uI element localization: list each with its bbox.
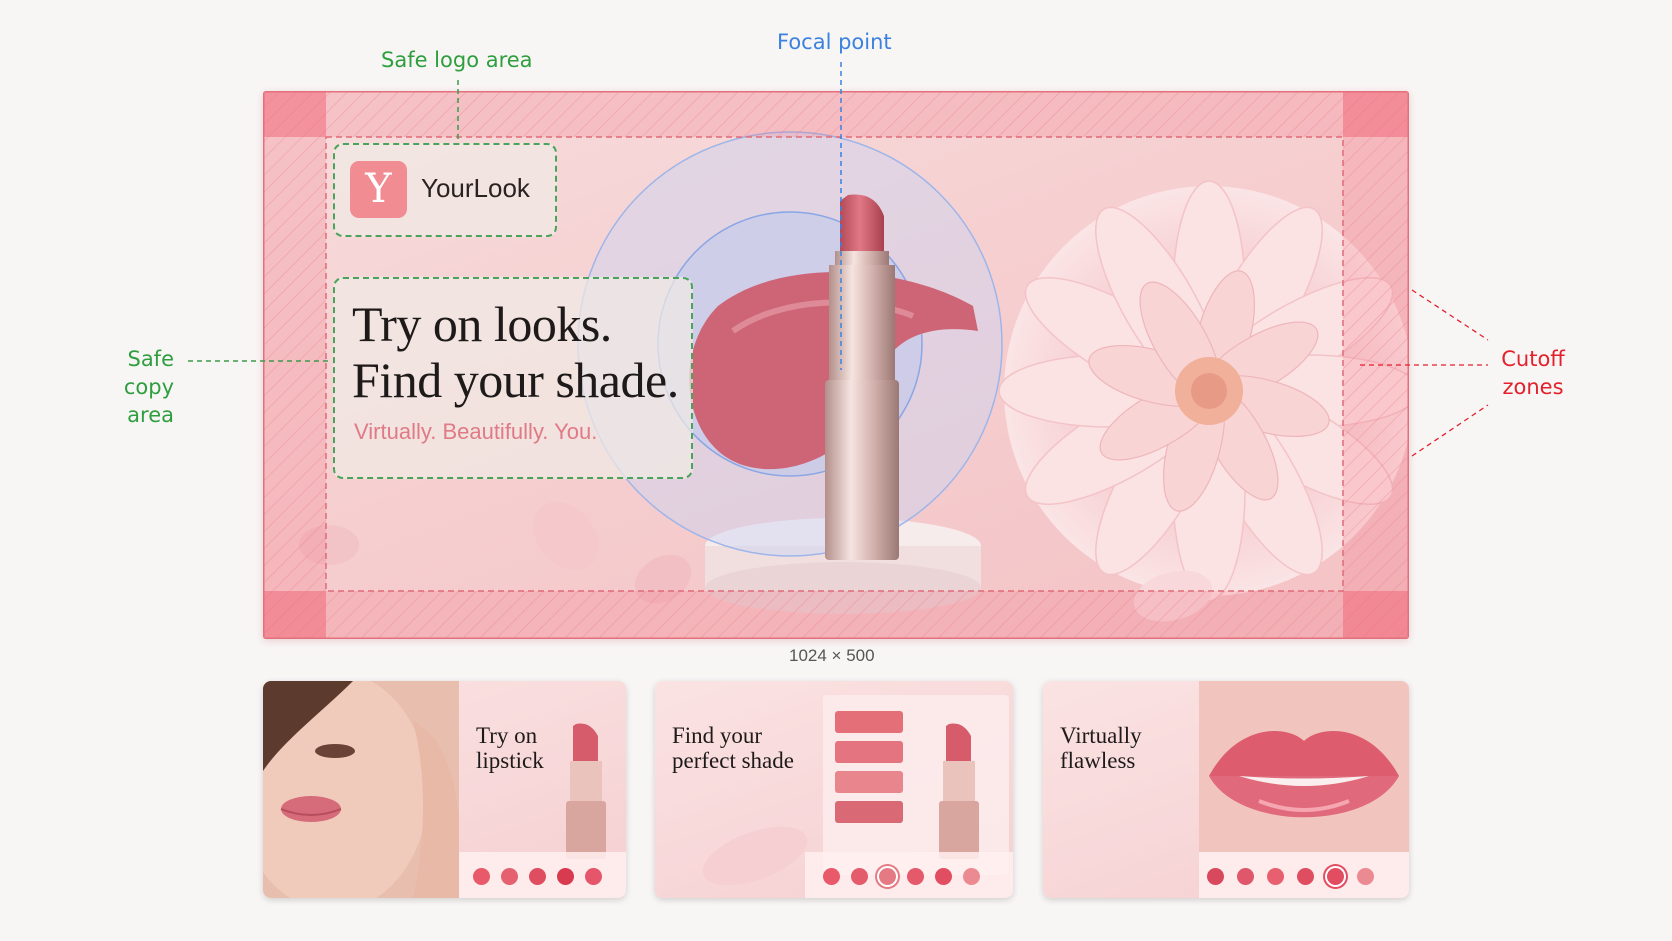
shade-swatch-dot[interactable] bbox=[1207, 868, 1224, 885]
lips-photo bbox=[1199, 681, 1409, 852]
preview-card-find-shade[interactable]: Find your perfect shade bbox=[655, 681, 1013, 898]
logo-mark: Y bbox=[350, 161, 407, 218]
shade-swatch-dot[interactable] bbox=[823, 868, 840, 885]
cutoff-label-line2: zones bbox=[1502, 375, 1564, 399]
shade-swatch-dot[interactable] bbox=[1357, 868, 1374, 885]
shade-swatch-dot[interactable] bbox=[501, 868, 518, 885]
headline-line-1: Try on looks. bbox=[352, 296, 612, 352]
shade-swatch-dot[interactable] bbox=[1297, 868, 1314, 885]
lipstick-thumb bbox=[566, 723, 606, 859]
safe-copy-label-line1: Safe copy bbox=[123, 347, 174, 399]
cutoff-zones-label: Cutoff zones bbox=[1488, 345, 1578, 401]
preview-card-try-on[interactable]: Try on lipstick bbox=[263, 681, 626, 898]
banner-size-caption: 1024 × 500 bbox=[789, 646, 875, 665]
card-title: Virtually flawless bbox=[1060, 723, 1142, 773]
shade-swatch-dot[interactable] bbox=[473, 868, 490, 885]
shade-panel bbox=[823, 695, 1009, 875]
safe-logo-area-label: Safe logo area bbox=[381, 48, 533, 72]
shade-swatch-dot[interactable] bbox=[529, 868, 546, 885]
shade-swatch-dot[interactable] bbox=[1237, 868, 1254, 885]
petal bbox=[702, 826, 808, 886]
safe-copy-label-line2: area bbox=[127, 403, 174, 427]
face-photo bbox=[263, 681, 459, 898]
card-title: Try on lipstick bbox=[476, 723, 544, 773]
petal bbox=[533, 501, 599, 571]
shade-swatch-dot[interactable] bbox=[1327, 868, 1344, 885]
tagline: Virtually. Beautifully. You. bbox=[354, 419, 598, 444]
preview-card-flawless[interactable]: Virtually flawless bbox=[1043, 681, 1409, 898]
shade-swatch-dot[interactable] bbox=[907, 868, 924, 885]
cutoff-label-line1: Cutoff bbox=[1501, 347, 1565, 371]
lipstick-thumb bbox=[939, 723, 979, 859]
shade-swatch[interactable] bbox=[835, 741, 903, 763]
focal-point-label: Focal point bbox=[777, 30, 892, 54]
shade-swatch-dot[interactable] bbox=[935, 868, 952, 885]
shade-swatch[interactable] bbox=[835, 771, 903, 793]
safe-copy-area-label: Safe copy area bbox=[74, 345, 174, 429]
brand-name: YourLook bbox=[421, 173, 530, 203]
shade-swatch-dot[interactable] bbox=[1267, 868, 1284, 885]
shade-swatch-dot[interactable] bbox=[851, 868, 868, 885]
card-title: Find your perfect shade bbox=[672, 723, 794, 773]
shade-swatch[interactable] bbox=[835, 711, 903, 733]
shade-swatch-dot[interactable] bbox=[879, 868, 896, 885]
shade-swatch-dot[interactable] bbox=[557, 868, 574, 885]
shade-swatch-dot[interactable] bbox=[585, 868, 602, 885]
shade-swatch-dot[interactable] bbox=[963, 868, 980, 885]
shade-swatch[interactable] bbox=[835, 801, 903, 823]
headline-line-2: Find your shade. bbox=[352, 352, 679, 408]
